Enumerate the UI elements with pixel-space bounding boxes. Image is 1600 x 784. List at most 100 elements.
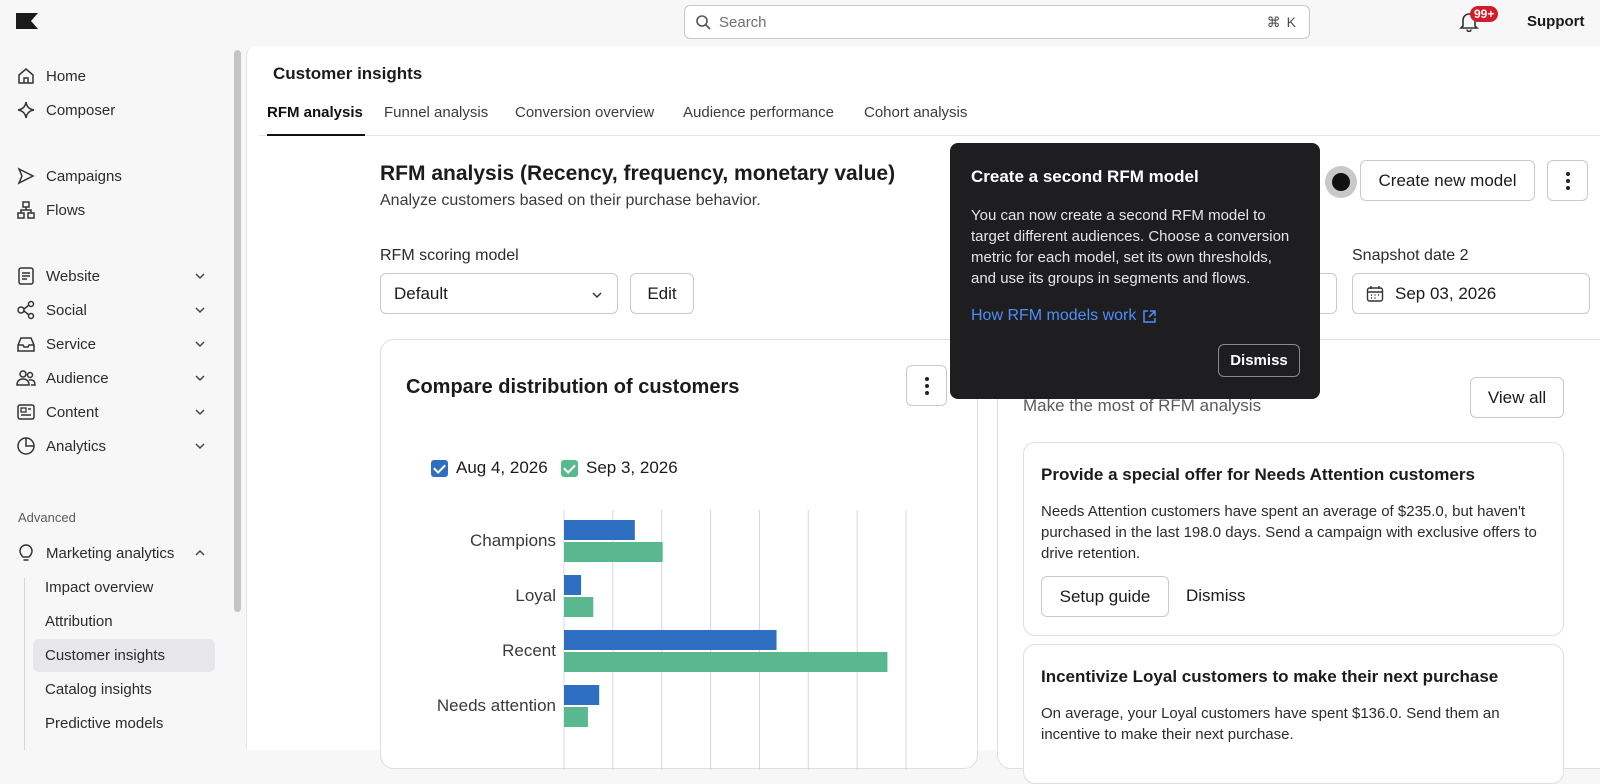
sidebar-item-label: Flows [46,201,86,219]
sidebar-item-audience[interactable]: Audience [16,362,216,394]
sidebar-item-label: Audience [46,369,109,387]
sidebar-item-composer[interactable]: Composer [16,94,216,126]
sidebar-item-flows[interactable]: Flows [16,194,216,226]
sidebar-scrollbar[interactable] [234,50,241,612]
recommendation-card: Provide a special offer for Needs Attent… [1023,442,1564,636]
recommendation-body: On average, your Loyal customers have sp… [1041,705,1500,743]
bar-champions-series-1[interactable] [564,520,635,540]
users-icon [16,370,36,386]
external-link-icon [1143,309,1157,323]
sidebar-item-campaigns[interactable]: Campaigns [16,160,216,192]
sidebar-item-content[interactable]: Content [16,396,216,428]
sidebar-item-label: Analytics [46,437,107,455]
sidebar-subitem-impact-overview[interactable]: Impact overview [33,571,215,604]
sidebar-item-home[interactable]: Home [16,60,216,92]
bar-recent-series-1[interactable] [564,630,777,650]
view-all-button[interactable]: View all [1470,377,1564,418]
sidebar-item-website[interactable]: Website [16,260,216,292]
sidebar-item-label: Website [46,267,100,285]
chevron-down-icon [195,341,205,348]
create-new-model-button[interactable]: Create new model [1360,160,1535,201]
scoring-model-select[interactable]: Default [380,273,618,314]
category-label: Loyal [515,586,556,605]
sidebar-item-service[interactable]: Service [16,328,216,360]
checkbox[interactable] [561,459,578,477]
setup-guide-button[interactable]: Setup guide [1041,576,1169,617]
second-model-toggle[interactable] [1325,166,1357,198]
support-link[interactable]: Support [1527,13,1585,30]
recommendation-title: Incentivize Loyal customers to make thei… [1041,667,1499,686]
bar-needs-attention-series-2[interactable] [564,707,588,727]
distribution-card-title: Compare distribution of customers [406,376,740,398]
chevron-down-icon [195,443,205,450]
more-options-button[interactable] [1547,160,1588,201]
chevron-up-icon [195,549,205,556]
dismiss-recommendation-button[interactable]: Dismiss [1186,586,1246,606]
bar-needs-attention-series-1[interactable] [564,685,600,705]
sidebar-subitem-customer-insights[interactable]: Customer insights [33,639,215,672]
legend-item-series-1[interactable]: Aug 4, 2026 [431,458,548,478]
sidebar-subitem-catalog-insights[interactable]: Catalog insights [33,673,215,706]
logo-icon[interactable] [16,13,38,29]
popover-body: You can now create a second RFM model to… [971,207,1290,287]
tab-bar: RFM analysis Funnel analysis Conversion … [259,96,1600,136]
category-label: Needs attention [437,696,556,715]
sidebar-item-label: Service [46,335,97,353]
rfm-heading: RFM analysis (Recency, frequency, moneta… [380,162,896,185]
main-content: Customer insights RFM analysis Funnel an… [246,46,1600,784]
snapshot-date-2-label: Snapshot date 2 [1352,247,1469,264]
tab-rfm-analysis[interactable]: RFM analysis [267,104,365,136]
bar-recent-series-2[interactable] [564,652,888,672]
distribution-bar-chart: Champions Loyal Recent Needs attention [437,510,907,770]
sidebar-subitem-predictive-models[interactable]: Predictive models [33,707,215,740]
chevron-down-icon [195,409,205,416]
distribution-card-menu-button[interactable] [906,365,947,406]
popover-title: Create a second RFM model [971,167,1199,186]
chevron-down-icon [195,273,205,280]
sidebar-item-label: Home [46,67,87,85]
legend-label: Aug 4, 2026 [456,458,548,477]
snapshot-date-2-value: Sep 03, 2026 [1395,283,1497,303]
sidebar-subitem-attribution[interactable]: Attribution [33,605,215,638]
bar-loyal-series-2[interactable] [564,597,594,617]
inbox-icon [17,337,35,352]
top-bar: Search ⌘ K 99+ Support [0,0,1600,44]
popover-dismiss-button[interactable]: Dismiss [1218,344,1300,377]
rfm-help-link[interactable]: How RFM models work [971,307,1157,325]
sidebar-item-label: Content [46,403,99,421]
tab-funnel-analysis[interactable]: Funnel analysis [384,104,488,136]
pie-chart-icon [17,437,35,455]
scoring-model-value: Default [394,283,448,303]
distribution-card: Compare distribution of customers Aug 4,… [380,339,978,770]
sidebar-item-label: Campaigns [46,167,122,185]
advanced-section-label: Advanced [18,510,76,525]
bar-loyal-series-1[interactable] [564,575,582,595]
search-shortcut: ⌘ K [1266,14,1297,30]
recommendation-body: Needs Attention customers have spent an … [1041,503,1537,562]
search-input[interactable]: Search ⌘ K [684,5,1310,39]
sidebar-item-social[interactable]: Social [16,294,216,326]
sidebar-item-analytics[interactable]: Analytics [16,430,216,462]
legend-label: Sep 3, 2026 [586,458,678,477]
page-title: Customer insights [273,64,423,83]
recommendation-title: Provide a special offer for Needs Attent… [1041,465,1475,484]
tab-cohort-analysis[interactable]: Cohort analysis [864,104,967,136]
sidebar-item-marketing-analytics[interactable]: Marketing analytics [16,537,216,569]
chevron-down-icon [592,292,602,299]
content-icon [17,404,35,420]
snapshot-date-2-field[interactable]: Sep 03, 2026 [1352,273,1590,314]
category-label: Recent [502,641,556,660]
bar-champions-series-2[interactable] [564,542,663,562]
rfm-help-link-label: How RFM models work [971,307,1137,324]
edit-model-button[interactable]: Edit [630,273,694,314]
submenu-guide-line [24,578,25,750]
category-label: Champions [470,531,556,550]
scoring-model-label: RFM scoring model [380,247,519,264]
tab-conversion-overview[interactable]: Conversion overview [515,104,654,136]
send-icon [17,167,35,185]
recommendations-subtitle: Make the most of RFM analysis [1023,396,1262,415]
checkbox[interactable] [431,459,448,477]
tab-audience-performance[interactable]: Audience performance [683,104,834,136]
sidebar-item-label: Marketing analytics [46,544,175,562]
legend-item-series-2[interactable]: Sep 3, 2026 [561,458,678,478]
